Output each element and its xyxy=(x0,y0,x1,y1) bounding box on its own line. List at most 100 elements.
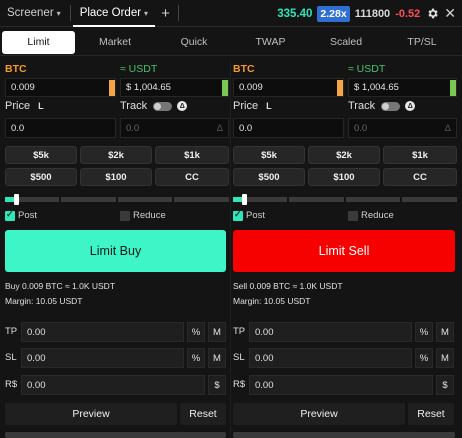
reduce-checkbox[interactable] xyxy=(348,211,358,221)
sl-value: 0.00 xyxy=(255,352,274,364)
quick-amount-button[interactable]: $500 xyxy=(5,168,77,186)
limit-sell-button[interactable]: Limit Sell xyxy=(233,230,455,272)
btc-qty-input[interactable]: 0.009 xyxy=(233,78,344,97)
quick-amount-button[interactable]: $1k xyxy=(383,146,457,164)
post-checkbox[interactable] xyxy=(233,209,243,221)
sl-input[interactable]: 0.00 xyxy=(249,348,412,368)
tab-market[interactable]: Market xyxy=(75,31,155,54)
top-bar: Screener ▾ Place Order ▾ + 335.40 2.28x … xyxy=(0,0,462,27)
track-input[interactable]: 0.0 Δ xyxy=(348,118,457,138)
tp-market-toggle[interactable]: M xyxy=(208,322,226,342)
reset-button[interactable]: Reset xyxy=(408,403,454,425)
rs-value: 0.00 xyxy=(255,379,274,391)
limit-buy-button[interactable]: Limit Buy xyxy=(5,230,226,272)
tab-place-order[interactable]: Place Order ▾ xyxy=(72,2,156,27)
quote-label: ≈ USDT xyxy=(348,63,386,75)
tab-limit[interactable]: Limit xyxy=(2,30,75,54)
tab-tpsl[interactable]: TP/SL xyxy=(384,31,460,54)
chevron-down-icon: ▾ xyxy=(144,8,149,18)
track-toggle[interactable] xyxy=(381,101,401,111)
tp-value: 0.00 xyxy=(255,326,274,338)
tp-input[interactable]: 0.00 xyxy=(21,322,184,342)
rs-dollar-toggle[interactable]: $ xyxy=(436,375,454,395)
tp-percent-toggle[interactable]: % xyxy=(415,322,433,342)
price-change: -0.52 xyxy=(395,7,421,20)
sl-percent-toggle[interactable]: % xyxy=(415,348,433,368)
price-input[interactable]: 0.0 xyxy=(5,118,116,138)
quick-amount-button[interactable]: $5k xyxy=(233,146,305,164)
reduce-label: Reduce xyxy=(361,210,394,221)
slider-tick xyxy=(287,197,289,202)
bottom-scroll-strip[interactable] xyxy=(233,432,455,438)
quick-amount-button[interactable]: CC xyxy=(383,168,457,186)
price-label-group: Price L xyxy=(5,100,44,112)
quick-amount-button[interactable]: $500 xyxy=(233,168,305,186)
sl-value: 0.00 xyxy=(27,352,46,364)
gear-icon[interactable] xyxy=(425,7,439,21)
tab-twap[interactable]: TWAP xyxy=(233,31,308,54)
asset-color-bar xyxy=(337,80,343,96)
qty-labels: BTC ≈ USDT xyxy=(233,60,457,76)
reset-button[interactable]: Reset xyxy=(180,403,226,425)
tp-market-toggle[interactable]: M xyxy=(436,322,454,342)
leverage-badge[interactable]: 2.28x xyxy=(317,5,350,22)
tp-percent-toggle[interactable]: % xyxy=(187,322,205,342)
tab-scaled[interactable]: Scaled xyxy=(308,31,384,54)
quote-label: ≈ USDT xyxy=(120,63,158,75)
sl-market-toggle[interactable]: M xyxy=(436,348,454,368)
btc-qty-input[interactable]: 0.009 xyxy=(5,78,116,97)
track-toggle[interactable] xyxy=(153,101,173,111)
tp-input[interactable]: 0.00 xyxy=(249,322,412,342)
slider-tick xyxy=(400,197,402,202)
quick-amount-button[interactable]: $100 xyxy=(308,168,380,186)
add-tab-icon[interactable]: + xyxy=(155,5,176,22)
rs-label: R$ xyxy=(233,379,246,390)
rs-value: 0.00 xyxy=(27,379,46,391)
divider xyxy=(69,5,71,21)
tab-place-order-label: Place Order xyxy=(79,7,142,19)
track-value: 0.0 xyxy=(126,122,140,134)
price-label: Price xyxy=(5,100,31,112)
sl-input[interactable]: 0.00 xyxy=(21,348,184,368)
quick-amount-button[interactable]: $2k xyxy=(80,146,152,164)
slider-knob[interactable] xyxy=(14,194,19,205)
sl-label: SL xyxy=(233,352,245,363)
asset-label: BTC xyxy=(5,63,27,75)
rs-input[interactable]: 0.00 xyxy=(21,375,205,395)
price-mode[interactable]: L xyxy=(266,101,272,111)
margin-info: Margin: 10.05 USDT xyxy=(5,296,83,306)
preview-button[interactable]: Preview xyxy=(233,403,405,425)
bottom-scroll-strip[interactable] xyxy=(5,432,226,438)
rs-input[interactable]: 0.00 xyxy=(249,375,433,395)
close-icon[interactable]: ✕ xyxy=(444,5,456,22)
delta-icon: Δ xyxy=(405,101,416,112)
quick-amount-button[interactable]: $5k xyxy=(5,146,77,164)
post-checkbox[interactable] xyxy=(5,209,15,221)
quick-amount-button[interactable]: $1k xyxy=(155,146,229,164)
track-input[interactable]: 0.0 Δ xyxy=(120,118,229,138)
rs-dollar-toggle[interactable]: $ xyxy=(208,375,226,395)
preview-button[interactable]: Preview xyxy=(5,403,177,425)
reduce-checkbox[interactable] xyxy=(120,211,130,221)
quick-amount-button[interactable]: $100 xyxy=(80,168,152,186)
mark-price: 111800 xyxy=(354,7,391,20)
sl-label: SL xyxy=(5,352,17,363)
usdt-amount-input[interactable]: $ 1,004.65 xyxy=(348,78,457,97)
track-label-group: Track Δ xyxy=(348,100,416,112)
sl-market-toggle[interactable]: M xyxy=(208,348,226,368)
tab-screener[interactable]: Screener ▾ xyxy=(0,0,68,27)
price-mode[interactable]: L xyxy=(38,101,44,111)
order-summary: Sell 0.009 BTC ≈ 1.0K USDT xyxy=(233,281,343,291)
slider-knob[interactable] xyxy=(242,194,247,205)
quick-amount-button[interactable]: CC xyxy=(155,168,229,186)
quote-color-bar xyxy=(222,80,228,96)
tab-screener-label: Screener xyxy=(7,7,54,19)
price-input[interactable]: 0.0 xyxy=(233,118,344,138)
price-value: 0.0 xyxy=(239,122,253,134)
tab-quick[interactable]: Quick xyxy=(155,31,233,54)
usdt-amount-input[interactable]: $ 1,004.65 xyxy=(120,78,229,97)
quick-amount-button[interactable]: $2k xyxy=(308,146,380,164)
slider-tick xyxy=(59,197,61,202)
sl-percent-toggle[interactable]: % xyxy=(187,348,205,368)
divider xyxy=(177,5,179,21)
